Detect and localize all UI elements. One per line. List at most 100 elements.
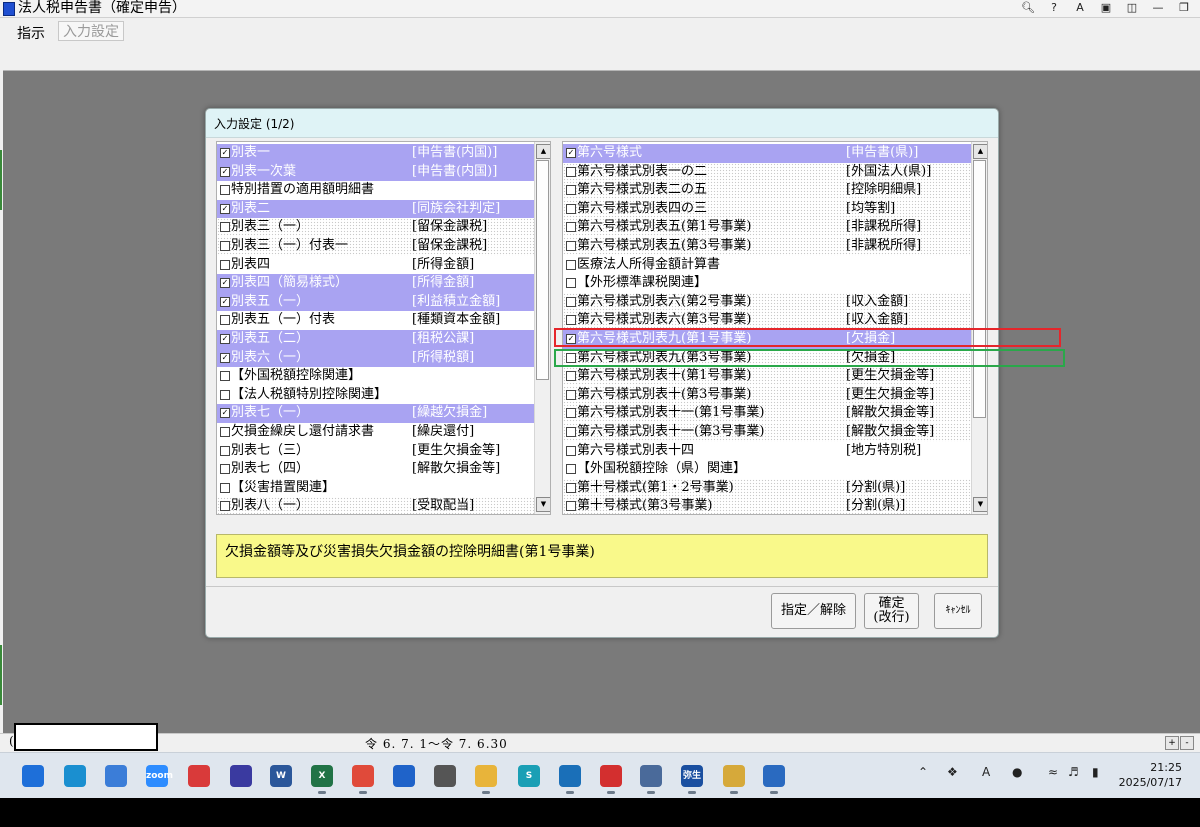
scroll-down-icon[interactable]: ▼ [973, 497, 987, 512]
scroll-up-icon[interactable]: ▲ [973, 144, 987, 159]
menu-instruction[interactable]: 指示 [17, 23, 45, 43]
left-list-item[interactable]: 別表三（一） [留保金課税] [217, 218, 534, 237]
security-icon[interactable]: ● [1012, 765, 1022, 779]
checkbox[interactable]: ✓ [220, 352, 230, 363]
app-glyph-icon[interactable] [230, 765, 252, 787]
checkbox[interactable] [220, 445, 230, 456]
checkbox[interactable] [220, 185, 230, 196]
checkbox[interactable] [220, 240, 230, 251]
display-icon[interactable]: ◫ [1124, 1, 1140, 15]
checkbox[interactable] [566, 482, 576, 493]
chevron-up-icon[interactable]: ⌃ [918, 765, 928, 779]
edge-icon[interactable] [64, 765, 86, 787]
left-list-item[interactable]: 特別措置の適用額明細書 [217, 181, 534, 200]
wifi-icon[interactable]: ≈ [1048, 765, 1058, 779]
zoom-out-icon[interactable]: - [1180, 736, 1194, 750]
folder-edit-icon[interactable] [723, 765, 745, 794]
volume-icon[interactable]: ♬ [1068, 765, 1079, 779]
word-icon[interactable]: W [270, 765, 292, 787]
checkbox[interactable]: ✓ [220, 203, 230, 214]
pdf-icon[interactable] [600, 765, 622, 794]
help-search-icon[interactable]: ? [1046, 1, 1062, 15]
left-list-item[interactable]: ✓ 別表六（一） [所得税額] [217, 348, 534, 368]
left-list-item[interactable]: ✓ 別表二 [同族会社判定] [217, 199, 534, 219]
chrome-icon[interactable] [352, 765, 374, 794]
right-list-item[interactable]: 医療法人所得金額計算書 [563, 256, 971, 275]
clock[interactable]: 21:25 2025/07/17 [1119, 760, 1182, 790]
checkbox[interactable] [566, 240, 576, 251]
menu-input-setting[interactable]: 入力設定 [58, 21, 124, 41]
designate-toggle-button[interactable]: 指定／解除 [771, 593, 856, 629]
zoom-search-icon[interactable]: 🔍︎ [1020, 1, 1036, 15]
minimize-icon[interactable]: — [1150, 1, 1166, 15]
right-list-item[interactable]: 第十号様式(第1・2号事業) [分割(県)] [563, 478, 971, 498]
checkbox[interactable] [566, 296, 576, 307]
checkbox[interactable] [220, 371, 230, 382]
left-list-item[interactable]: 別表四 [所得金額] [217, 256, 534, 275]
left-list-item[interactable]: 別表八（一） [受取配当] [217, 497, 534, 514]
checkbox[interactable] [220, 259, 230, 270]
left-list-item[interactable]: ✓ 別表五（二） [租税公課] [217, 329, 534, 349]
find-text-icon[interactable]: A [1072, 1, 1088, 15]
scroll-down-icon[interactable]: ▼ [536, 497, 550, 512]
checkbox[interactable] [566, 166, 576, 177]
zoom-in-icon[interactable]: + [1165, 736, 1179, 750]
checkbox[interactable] [566, 426, 576, 437]
left-scrollbar[interactable]: ▲ ▼ [534, 142, 550, 514]
right-list-item[interactable]: 第十号様式(第3号事業) [分割(県)] [563, 497, 971, 514]
checkbox[interactable] [220, 501, 230, 512]
right-list-item[interactable]: 第六号様式別表五(第1号事業) [非課税所得] [563, 218, 971, 237]
zoom-icon[interactable]: zoom [146, 765, 173, 787]
checkbox[interactable]: ✓ [220, 333, 230, 344]
right-list-item[interactable]: 第六号様式別表十(第3号事業) [更生欠損金等] [563, 385, 971, 405]
right-list-item[interactable]: ✓ 第六号様式 [申告書(県)] [563, 144, 971, 163]
right-list-item[interactable]: 第六号様式別表十(第1号事業) [更生欠損金等] [563, 367, 971, 386]
checkbox[interactable] [220, 315, 230, 326]
app-red-icon[interactable] [188, 765, 210, 787]
left-list-item[interactable]: 【災害措置関連】 [217, 479, 534, 498]
tax-app-icon[interactable] [763, 765, 785, 794]
scroll-thumb[interactable] [536, 160, 549, 380]
checkbox[interactable] [566, 185, 576, 196]
right-list-item[interactable]: 第六号様式別表一の二 [外国法人(県)] [563, 162, 971, 182]
checkbox[interactable] [220, 426, 230, 437]
checkbox[interactable]: ✓ [220, 148, 230, 158]
ime-indicator[interactable]: A [982, 765, 990, 779]
paint-icon[interactable] [105, 765, 127, 787]
right-list-item[interactable]: 第六号様式別表十四 [地方特別税] [563, 442, 971, 461]
checkbox[interactable] [566, 371, 576, 382]
checkbox[interactable]: ✓ [220, 408, 230, 419]
left-list-item[interactable]: ✓ 別表四（簡易様式） [所得金額] [217, 274, 534, 293]
arrow-app-icon[interactable] [559, 765, 581, 794]
checkbox[interactable] [566, 408, 576, 419]
left-list-item[interactable]: ✓ 別表七（一） [繰越欠損金] [217, 404, 534, 423]
mail-icon[interactable] [393, 765, 415, 787]
checkbox[interactable] [566, 203, 576, 214]
right-list-item[interactable]: 【外形標準課税関連】 [563, 274, 971, 293]
left-list-item[interactable]: 欠損金繰戻し還付請求書 [繰戻還付] [217, 423, 534, 442]
right-list-item[interactable]: 第六号様式別表五(第3号事業) [非課税所得] [563, 236, 971, 256]
right-list-item[interactable]: 第六号様式別表十一(第3号事業) [解散欠損金等] [563, 422, 971, 442]
right-list-item[interactable]: 【外国税額控除（県）関連】 [563, 460, 971, 479]
excel-icon[interactable]: X [311, 765, 333, 794]
restore-icon[interactable]: ❐ [1176, 1, 1192, 15]
scroll-up-icon[interactable]: ▲ [536, 144, 550, 159]
yayoi-icon[interactable]: 弥生 [681, 765, 703, 794]
left-list-item[interactable]: 別表七（四） [解散欠損金等] [217, 460, 534, 479]
checkbox[interactable] [566, 445, 576, 456]
checkbox[interactable] [566, 315, 576, 326]
dropbox-icon[interactable]: ❖ [947, 765, 958, 779]
checkbox[interactable]: ✓ [220, 166, 230, 177]
checkbox[interactable] [566, 278, 576, 289]
left-list-item[interactable]: 別表七（三） [更生欠損金等] [217, 442, 534, 461]
checkbox[interactable] [566, 464, 576, 475]
checkbox[interactable] [566, 501, 576, 512]
battery-icon[interactable]: ▮ [1092, 765, 1099, 779]
scroll-thumb[interactable] [973, 160, 986, 418]
checkbox[interactable]: ✓ [220, 296, 230, 307]
checkbox[interactable] [220, 222, 230, 233]
checkbox[interactable]: ✓ [566, 148, 576, 158]
checkbox[interactable] [566, 259, 576, 270]
checkbox[interactable] [220, 464, 230, 475]
checkbox[interactable] [566, 389, 576, 400]
